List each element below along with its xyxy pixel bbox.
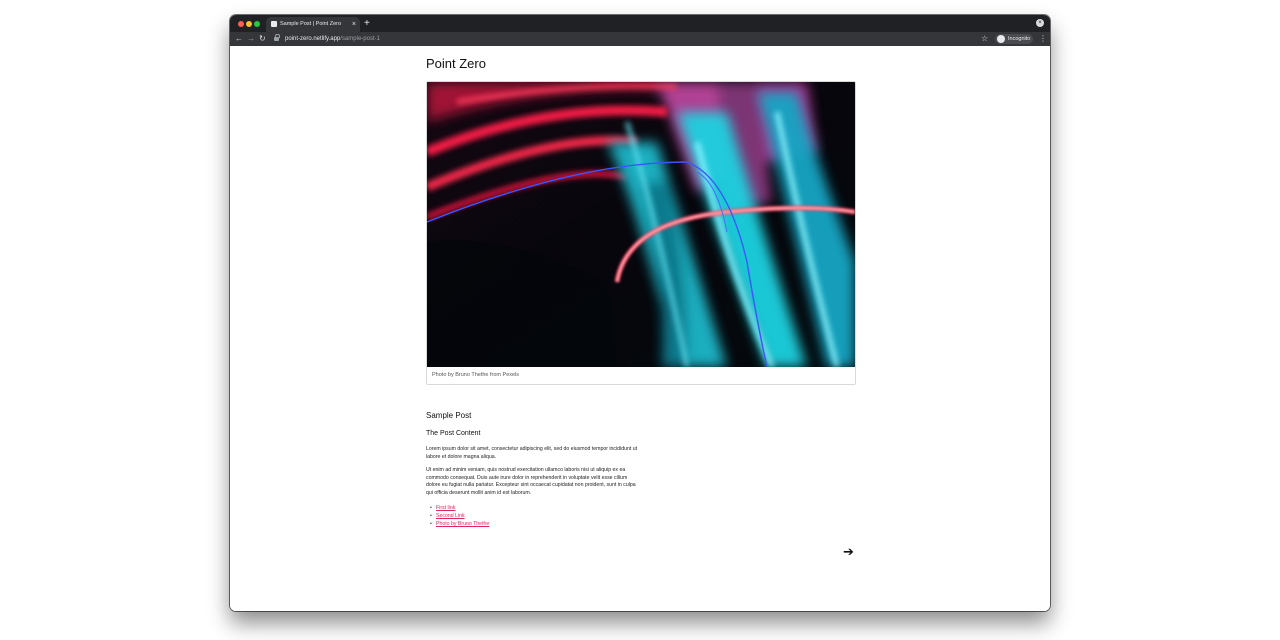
hero-figure: Photo by Bruno Thethe from Pexels	[426, 81, 856, 385]
list-item: First link	[430, 504, 489, 512]
incognito-label: Incognito	[1008, 36, 1031, 42]
maximize-window-dot[interactable]	[254, 21, 260, 27]
close-window-dot[interactable]	[238, 21, 244, 27]
tab-bar: Sample Post | Point Zero × + ×	[230, 15, 1050, 32]
lock-icon[interactable]	[274, 34, 280, 41]
next-post-arrow-icon[interactable]: ➔	[843, 546, 854, 560]
minimize-window-dot[interactable]	[246, 21, 252, 27]
link-list: First link Second Link Photo by Bruno Th…	[430, 504, 489, 528]
site-title[interactable]: Point Zero	[426, 55, 486, 73]
incognito-icon	[997, 35, 1005, 43]
close-icon[interactable]: ×	[1036, 19, 1044, 27]
address-bar[interactable]: point-zero.netlify.app/sample-post-1	[285, 32, 380, 46]
photo-credit-link[interactable]: Photo by Bruno Thethe	[436, 521, 489, 527]
post-title: Sample Post	[426, 411, 472, 420]
list-item: Second Link	[430, 512, 489, 520]
bookmark-star-icon[interactable]: ☆	[981, 32, 988, 46]
incognito-badge[interactable]: Incognito	[995, 34, 1033, 44]
menu-kebab-icon[interactable]: ⋮	[1039, 32, 1047, 46]
forward-arrow-icon[interactable]: →	[247, 32, 255, 46]
page-content: Point Zero Photo by Bruno Thethe from Pe…	[230, 46, 1050, 611]
browser-window: Sample Post | Point Zero × + × ← → ↻ poi…	[230, 15, 1050, 611]
list-item: Photo by Bruno Thethe	[430, 520, 489, 528]
new-tab-icon[interactable]: +	[364, 17, 370, 31]
first-link[interactable]: First link	[436, 505, 455, 511]
paragraph: Lorem ipsum dolor sit amet, consectetur …	[426, 446, 638, 460]
url-host: point-zero.netlify.app	[285, 36, 341, 42]
back-arrow-icon[interactable]: ←	[235, 32, 243, 46]
hero-image	[427, 82, 855, 367]
tab-title: Sample Post | Point Zero	[280, 21, 342, 27]
tab-close-icon[interactable]: ×	[352, 19, 356, 30]
favicon-icon	[271, 21, 277, 27]
image-caption: Photo by Bruno Thethe from Pexels	[432, 372, 520, 378]
browser-toolbar: ← → ↻ point-zero.netlify.app/sample-post…	[230, 32, 1050, 47]
second-link[interactable]: Second Link	[436, 513, 465, 519]
section-heading: The Post Content	[426, 430, 481, 437]
url-path: /sample-post-1	[340, 36, 380, 42]
reload-icon[interactable]: ↻	[259, 32, 266, 46]
paragraph: Ut enim ad minim veniam, quis nostrud ex…	[426, 467, 636, 496]
active-tab[interactable]: Sample Post | Point Zero ×	[266, 17, 360, 32]
